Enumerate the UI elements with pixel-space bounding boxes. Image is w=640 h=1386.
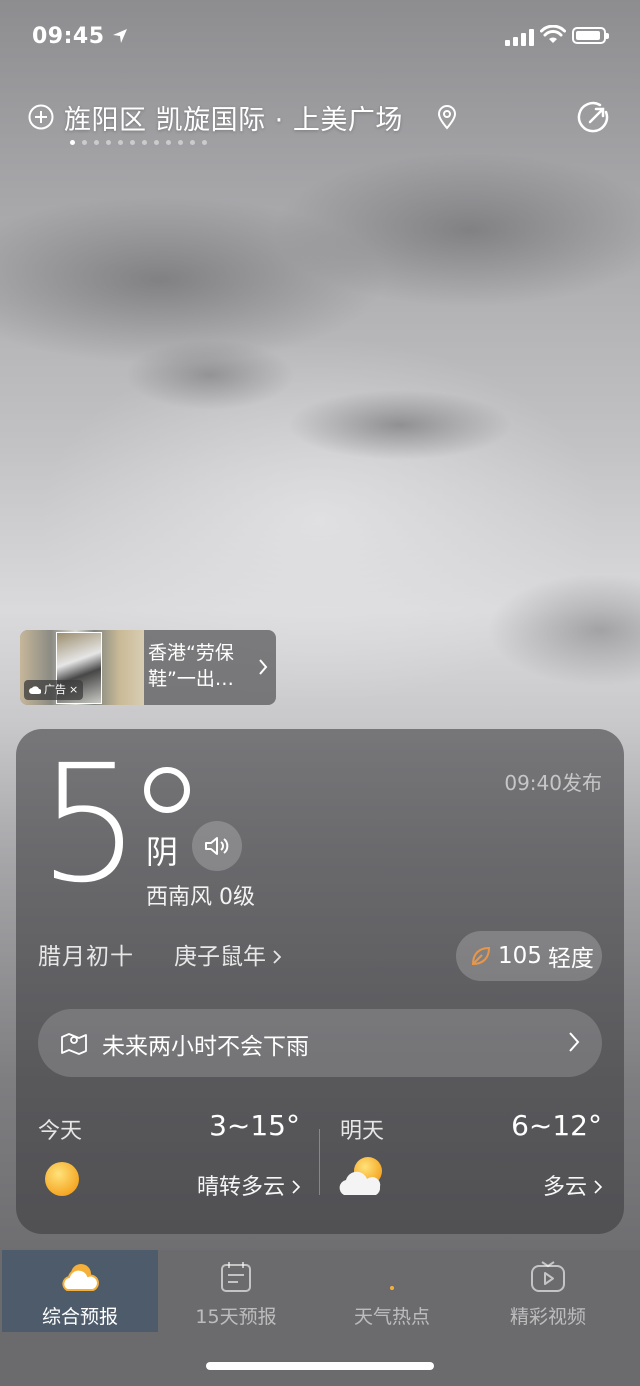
wind-info: 西南风 0级 [146,885,255,910]
speaker-icon [205,837,229,855]
share-icon[interactable] [576,100,612,136]
location-header: 旌阳区 凯旋国际 · 上美广场 [0,96,640,156]
location-pin-icon[interactable] [436,104,458,130]
wifi-icon [540,25,566,43]
ad-close-button[interactable]: × [69,680,78,700]
leaf-icon [471,946,491,966]
current-temperature: 5 [38,731,141,919]
forecast-divider [319,1129,320,1195]
home-indicator[interactable] [206,1362,434,1370]
forecast-day-label: 今天 [38,1119,83,1144]
hotspot-icon [390,1286,394,1290]
weather-condition: 阴 [146,833,179,871]
page-indicator [70,140,207,145]
status-bar: 09:45 [0,0,640,78]
rain-forecast-text: 未来两小时不会下雨 [102,1034,309,1060]
cloud-icon [29,686,41,694]
zodiac-year-link[interactable]: 庚子鼠年 [174,937,282,971]
aqi-level: 轻度 [547,946,594,972]
aqi-value: 105 [498,943,542,969]
forecast-desc: 晴转多云 [197,1169,301,1201]
zodiac-year: 庚子鼠年 [174,944,266,970]
add-city-icon[interactable] [28,104,54,130]
tab-label: 15天预报 [195,1306,277,1328]
sun-icon [45,1162,79,1196]
voice-broadcast-button[interactable] [192,821,242,871]
ad-thumbnail: 广告 × [20,630,144,705]
tab-label: 精彩视频 [509,1306,586,1328]
lunar-date: 腊月初十 [38,944,134,970]
weather-card: 5 09:40发布 阴 西南风 0级 腊月初十 庚子鼠年 105 轻度 未来两小… [16,729,624,1234]
cell-signal-icon [505,28,534,46]
forecast-today[interactable]: 今天 3~15° 晴转多云 [38,1107,301,1207]
partly-cloudy-icon [339,1157,382,1195]
tab-video[interactable]: 精彩视频 [470,1250,626,1332]
ad-tag: 广告 × [24,680,84,700]
chevron-right-icon [273,950,282,964]
status-time: 09:45 [32,24,105,49]
weather-overview-icon [62,1264,99,1291]
map-pin-icon [61,1033,87,1055]
tab-overview[interactable]: 综合预报 [2,1250,158,1332]
location-name[interactable]: 旌阳区 凯旋国际 · 上美广场 [64,98,403,137]
tab-15-day[interactable]: 15天预报 [158,1250,314,1332]
chevron-right-icon [259,659,268,675]
rain-forecast-bar[interactable]: 未来两小时不会下雨 [38,1009,602,1077]
video-icon [531,1261,565,1292]
publish-time: 09:40发布 [504,771,602,795]
chevron-right-icon [569,1032,580,1052]
tab-hotspot[interactable]: 天气热点 [314,1250,470,1332]
tab-label: 天气热点 [353,1306,430,1328]
tab-label: 综合预报 [41,1306,118,1328]
ad-text: 香港“劳保鞋”一出… [148,642,234,690]
chevron-right-icon [594,1180,603,1194]
forecast-temp-range: 6~12° [511,1109,602,1142]
forecast-day-label: 明天 [340,1119,385,1144]
forecast-desc: 多云 [543,1169,603,1201]
ad-tag-label: 广告 [44,683,66,696]
location-arrow-icon [113,29,127,43]
ad-banner[interactable]: 广告 × 香港“劳保鞋”一出… [20,630,276,705]
chevron-right-icon [292,1180,301,1194]
calendar-icon [221,1262,251,1292]
battery-icon [572,27,609,44]
degree-symbol [144,767,190,813]
forecast-tomorrow[interactable]: 明天 6~12° 多云 [339,1107,603,1207]
forecast-temp-range: 3~15° [209,1109,300,1142]
air-quality-badge[interactable]: 105 轻度 [456,931,602,981]
